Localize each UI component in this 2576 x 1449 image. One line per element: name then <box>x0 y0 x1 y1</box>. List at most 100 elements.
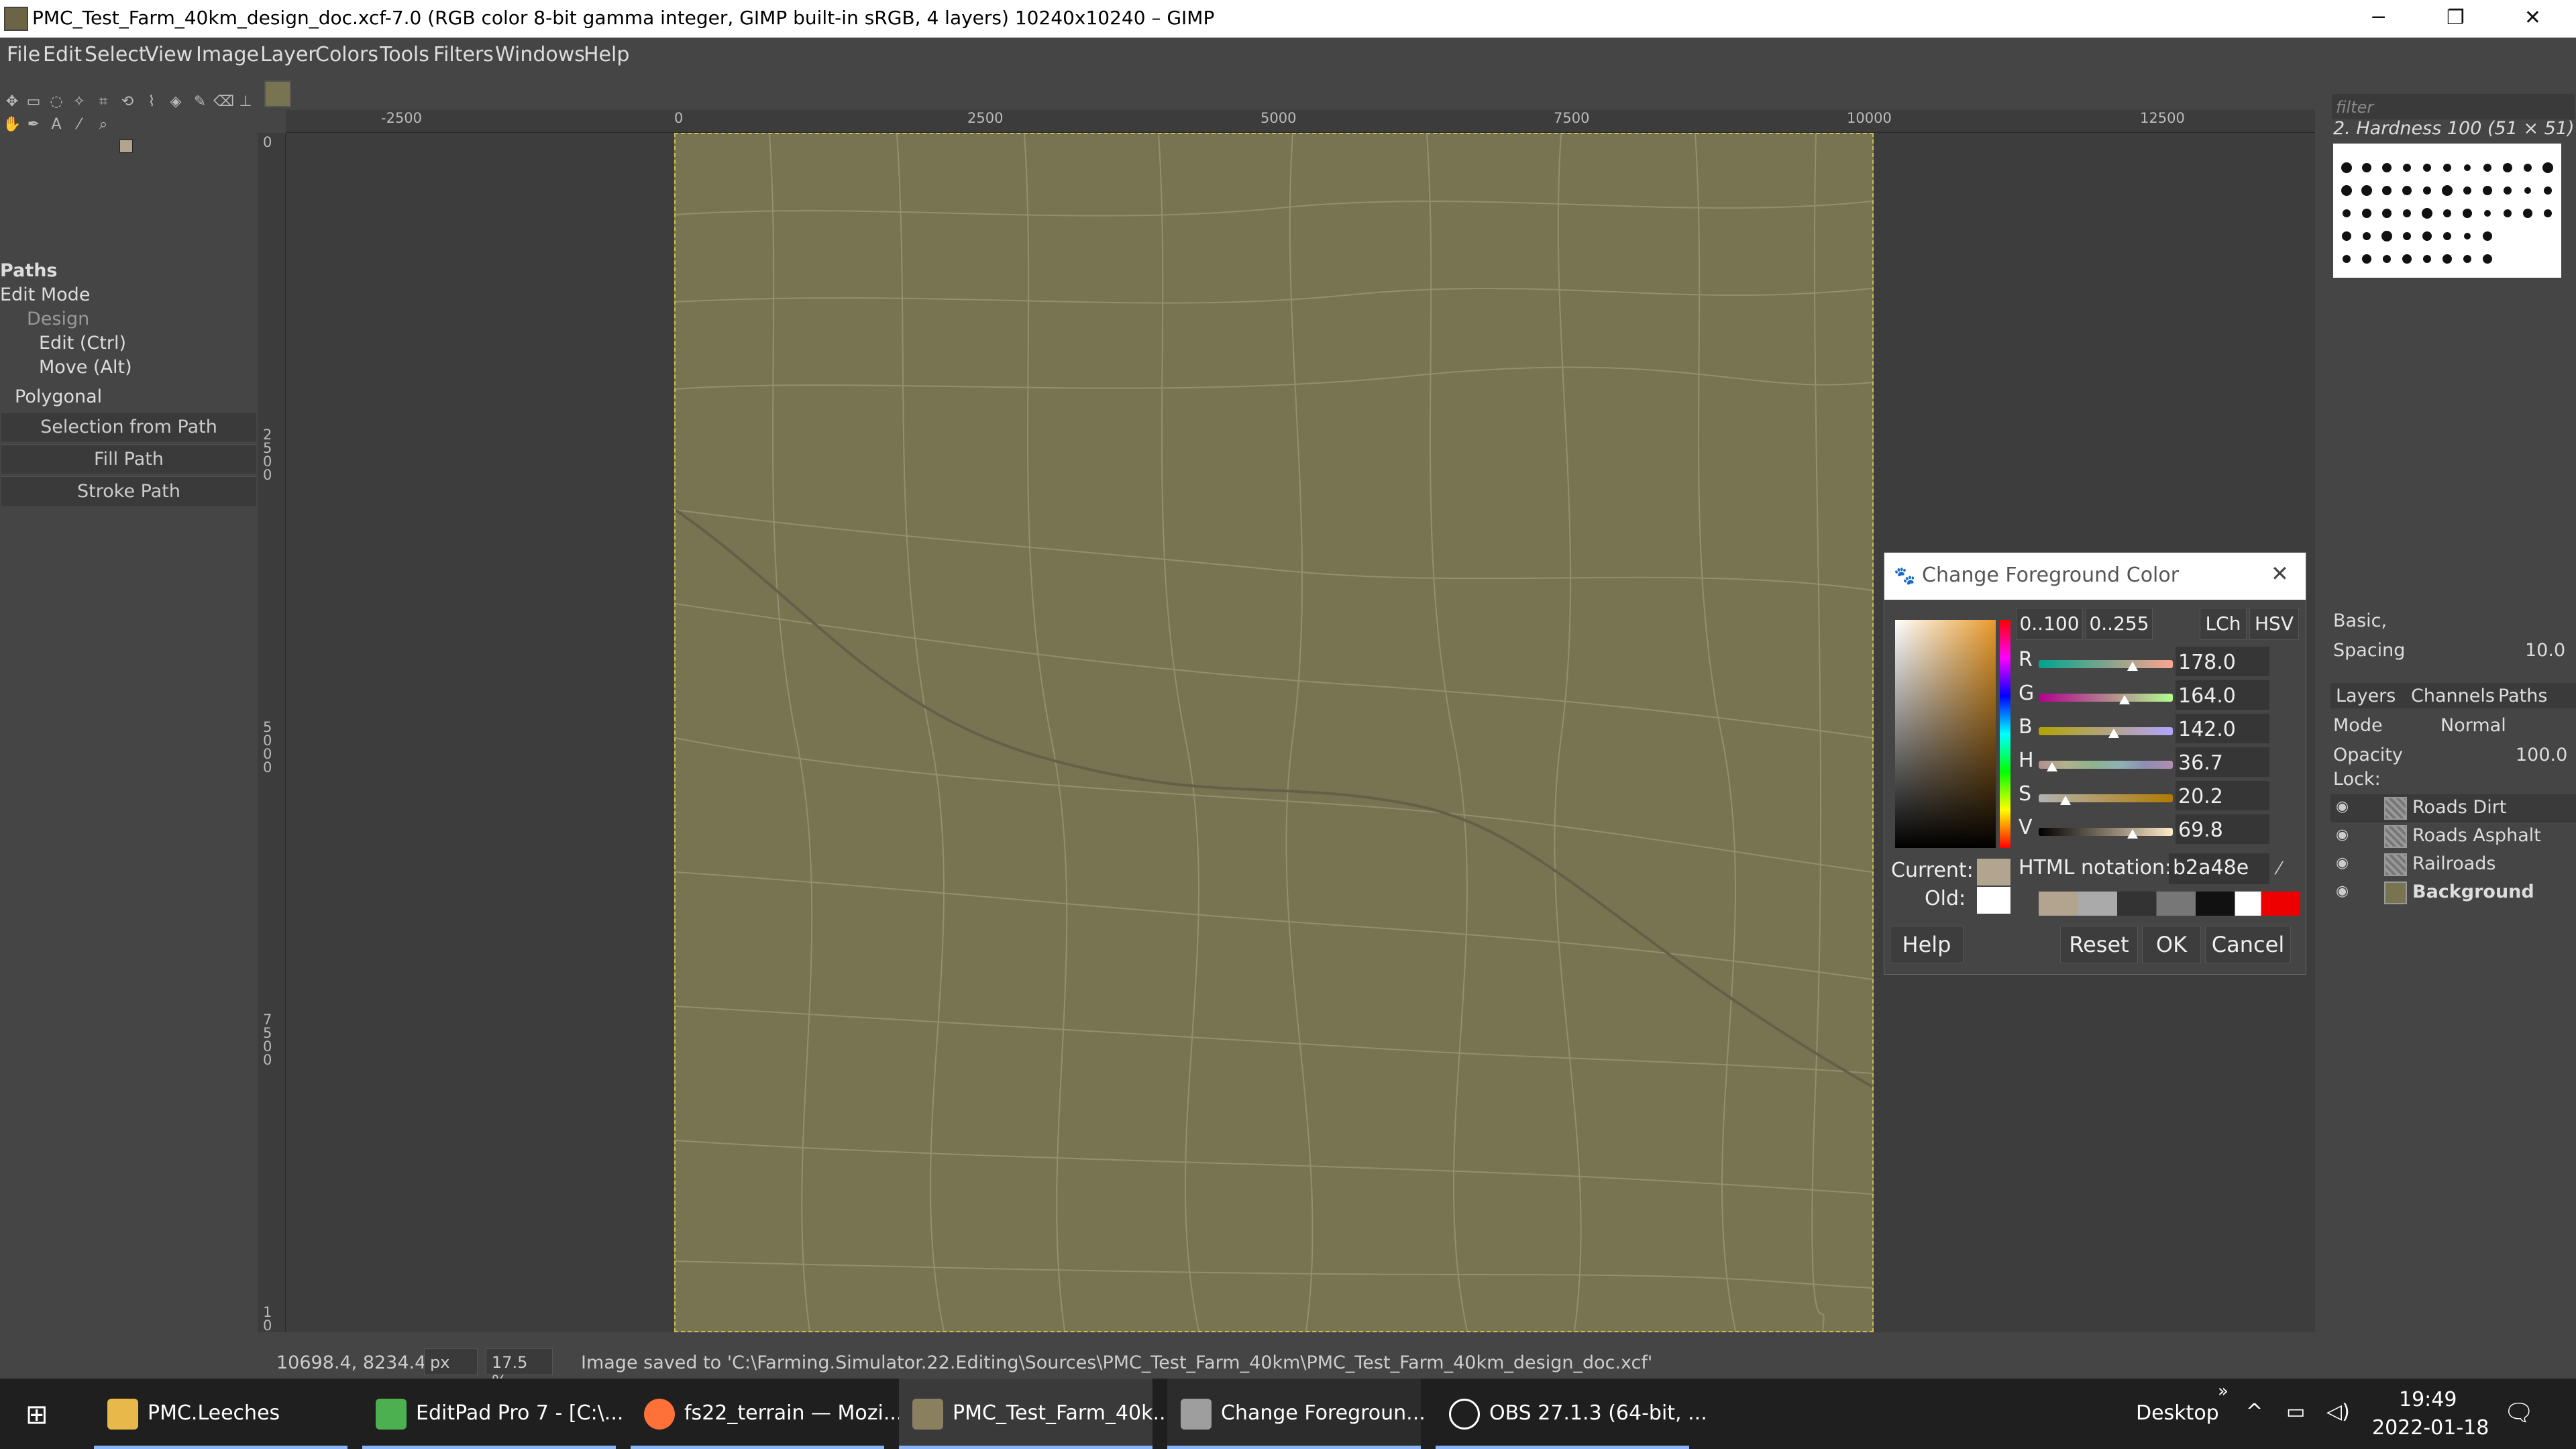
slider-blue[interactable]: B 142.0 <box>2019 714 2300 745</box>
paintbrush-icon[interactable]: ✎ <box>191 93 209 111</box>
slider-track[interactable] <box>2039 828 2173 836</box>
windows-start-icon[interactable]: ⊞ <box>25 1400 55 1430</box>
opacity-value[interactable]: 100.0 <box>2516 745 2567 765</box>
taskbar-item[interactable]: Change Foregroun... <box>1167 1379 1426 1449</box>
fill-icon[interactable]: ◈ <box>166 93 185 111</box>
lasso-icon[interactable]: ◌ <box>47 93 66 111</box>
stroke-path-button[interactable]: Stroke Path <box>1 476 256 506</box>
minimize-button[interactable]: ─ <box>2340 0 2417 38</box>
taskbar-item[interactable]: PMC.Leeches <box>94 1379 347 1449</box>
horizontal-ruler[interactable]: -2500 0 2500 5000 7500 10000 12500 <box>286 110 2315 133</box>
brush-filter-input[interactable]: filter <box>2332 94 2575 119</box>
slider-handle[interactable] <box>2108 729 2119 738</box>
slider-track[interactable] <box>2039 694 2173 702</box>
channel-value[interactable]: 36.7 <box>2176 747 2269 777</box>
html-notation-input[interactable]: b2a48e <box>2169 853 2269 884</box>
volume-icon[interactable]: ◁) <box>2326 1400 2350 1424</box>
clock-time[interactable]: 19:49 <box>2399 1388 2457 1411</box>
slider-handle[interactable] <box>2047 762 2057 771</box>
menu-colors[interactable]: Colors <box>315 43 378 66</box>
move-tool-icon[interactable]: ✥ <box>3 93 21 111</box>
menu-tools[interactable]: Tools <box>380 43 429 66</box>
fill-path-button[interactable]: Fill Path <box>1 444 256 474</box>
network-icon[interactable]: ▭ <box>2286 1400 2305 1424</box>
visibility-eye-icon[interactable]: ◉ <box>2336 826 2349 843</box>
image-canvas[interactable] <box>674 133 1874 1332</box>
slider-handle[interactable] <box>2119 695 2130 704</box>
tab-paths[interactable]: Paths <box>2498 686 2547 706</box>
mode-design-radio[interactable]: Design <box>27 309 89 329</box>
visibility-eye-icon[interactable]: ◉ <box>2336 855 2349 871</box>
layer-row[interactable]: ◉ Railroads <box>2330 851 2576 879</box>
unit-select[interactable]: px <box>424 1348 478 1375</box>
fg-color-swatch[interactable] <box>119 140 133 153</box>
slider-value[interactable]: V 69.8 <box>2019 814 2300 845</box>
hue-strip[interactable] <box>2000 620 2010 848</box>
clone-icon[interactable]: ⊥ <box>236 93 255 111</box>
channel-value[interactable]: 20.2 <box>2176 781 2269 810</box>
ok-button[interactable]: OK <box>2142 926 2201 963</box>
channel-value[interactable]: 164.0 <box>2176 680 2269 710</box>
vertical-ruler[interactable]: 0 2500 5000 7500 10 <box>258 133 286 1333</box>
slider-track[interactable] <box>2039 794 2173 802</box>
visibility-eye-icon[interactable]: ◉ <box>2336 883 2349 900</box>
taskbar-item[interactable]: EditPad Pro 7 - [C:\... <box>362 1379 623 1449</box>
brush-preset-label[interactable]: Basic, <box>2333 610 2387 631</box>
tray-overflow-icon[interactable]: ^ <box>2246 1400 2263 1424</box>
slider-red[interactable]: R 178.0 <box>2019 647 2300 678</box>
spacing-value[interactable]: 10.0 <box>2525 640 2565 661</box>
picker-icon[interactable]: ⁄ <box>70 115 89 134</box>
text-icon[interactable]: A <box>47 115 66 134</box>
crop-icon[interactable]: ⌗ <box>94 93 113 111</box>
color-history[interactable] <box>2039 892 2300 916</box>
mode-edit-radio[interactable]: Edit (Ctrl) <box>39 333 126 354</box>
channel-value[interactable]: 178.0 <box>2176 647 2269 676</box>
visibility-eye-icon[interactable]: ◉ <box>2336 798 2349 815</box>
menu-filters[interactable]: Filters <box>433 43 494 66</box>
menu-windows[interactable]: Windows <box>495 43 585 66</box>
taskbar-item[interactable]: fs22_terrain — Mozi... <box>631 1379 902 1449</box>
slider-handle[interactable] <box>2060 796 2071 805</box>
toolbar-chevron-icon[interactable]: » <box>2218 1381 2229 1401</box>
menu-select[interactable]: Select <box>85 43 147 66</box>
clock-date[interactable]: 2022-01-18 <box>2372 1416 2489 1440</box>
menu-edit[interactable]: Edit <box>43 43 82 66</box>
eraser-icon[interactable]: ⌫ <box>213 93 234 111</box>
rect-select-icon[interactable]: ▭ <box>24 93 43 111</box>
transform-icon[interactable]: ⟲ <box>118 93 137 111</box>
polygonal-checkbox[interactable]: Polygonal <box>15 386 102 407</box>
smudge-icon[interactable]: ✋ <box>3 115 21 134</box>
slider-green[interactable]: G 164.0 <box>2019 680 2300 711</box>
color-picker-icon[interactable]: ⁄ <box>2277 859 2280 879</box>
slider-track[interactable] <box>2039 761 2173 769</box>
zoom-icon[interactable]: ⌕ <box>94 115 113 134</box>
help-button[interactable]: Help <box>1890 926 1964 963</box>
warp-icon[interactable]: ⌇ <box>142 93 161 111</box>
lch-button[interactable]: LCh <box>2200 608 2247 640</box>
slider-handle[interactable] <box>2127 661 2138 671</box>
layer-mode-select[interactable]: Normal <box>2440 715 2506 736</box>
image-tab[interactable] <box>264 80 291 107</box>
restore-button[interactable]: ❐ <box>2417 0 2494 38</box>
slider-track[interactable] <box>2039 727 2173 735</box>
selection-from-path-button[interactable]: Selection from Path <box>1 412 256 441</box>
tab-layers[interactable]: Layers <box>2336 686 2396 706</box>
menu-layer[interactable]: Layer <box>260 43 317 66</box>
layer-row[interactable]: ◉ Roads Asphalt <box>2330 822 2576 851</box>
paths-icon[interactable]: ✒ <box>24 115 43 134</box>
brush-grid[interactable] <box>2333 144 2561 278</box>
close-button[interactable]: ✕ <box>2494 0 2571 38</box>
menu-view[interactable]: View <box>145 43 193 66</box>
reset-button[interactable]: Reset <box>2060 926 2138 963</box>
range-0-255-button[interactable]: 0..255 <box>2086 608 2153 640</box>
taskbar-item-active[interactable]: PMC_Test_Farm_40k... <box>899 1379 1172 1449</box>
close-icon[interactable]: ✕ <box>2271 561 2289 586</box>
slider-saturation[interactable]: S 20.2 <box>2019 781 2300 812</box>
menu-file[interactable]: File <box>7 43 40 66</box>
layer-row[interactable]: ◉ Background <box>2330 879 2576 907</box>
slider-hue[interactable]: H 36.7 <box>2019 747 2300 778</box>
range-0-100-button[interactable]: 0..100 <box>2016 608 2083 640</box>
channel-value[interactable]: 69.8 <box>2176 814 2269 844</box>
zoom-select[interactable]: 17.5 % <box>486 1348 553 1391</box>
menu-image[interactable]: Image <box>196 43 259 66</box>
